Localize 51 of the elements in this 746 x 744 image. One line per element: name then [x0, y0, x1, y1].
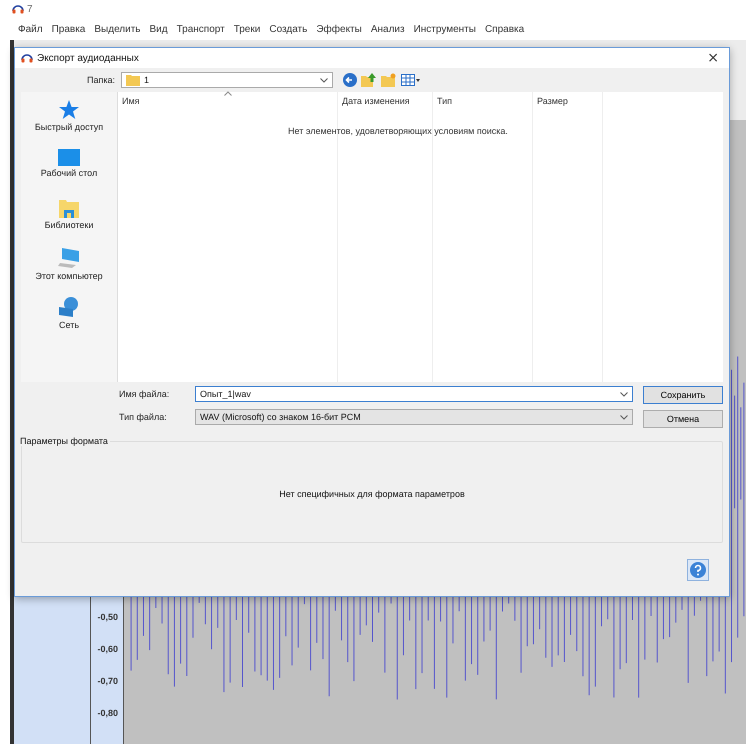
place-item[interactable]: Рабочий стол [40, 149, 98, 192]
star-icon [58, 100, 80, 120]
filename-label: Имя файла: [119, 389, 170, 399]
menu-item[interactable]: Транспорт [176, 24, 225, 40]
ruler-label: -0,50 [96, 611, 119, 624]
group-title: Параметры формата [19, 436, 109, 446]
save-button[interactable]: Сохранить [643, 386, 723, 404]
cancel-button[interactable]: Отмена [643, 410, 723, 428]
options-message: Нет специфичных для формата параметров [279, 489, 465, 499]
computer-icon [58, 247, 80, 269]
filename-field[interactable]: Опыт_1|wav [195, 386, 633, 402]
folder-label: Папка: [86, 75, 115, 85]
desktop-icon [58, 149, 80, 166]
back-icon[interactable] [343, 73, 357, 87]
headphones-icon [12, 4, 24, 14]
place-item[interactable]: Этот компьютер [35, 247, 103, 290]
chevron-down-icon[interactable] [620, 414, 628, 420]
menu-item[interactable]: Треки [234, 24, 260, 40]
close-button[interactable]: × [703, 50, 723, 66]
library-icon [58, 198, 79, 218]
dialog-title: Экспорт аудиоданных [37, 52, 140, 64]
view-menu-icon[interactable] [401, 73, 421, 87]
help-icon [690, 562, 706, 578]
folder-icon [126, 74, 140, 86]
ruler-label: -0,80 [96, 707, 119, 720]
place-item[interactable]: Библиотеки [44, 198, 94, 241]
folder-dropdown[interactable]: 1 [121, 72, 333, 88]
menu-item[interactable]: Справка [484, 24, 524, 40]
filetype-label: Тип файла: [119, 412, 168, 422]
filetype-dropdown[interactable]: WAV (Microsoft) со знаком 16-бит PCM [195, 409, 633, 425]
network-icon [58, 296, 80, 318]
chevron-down-icon[interactable] [620, 392, 628, 396]
empty-message: Нет элементов, удовлетворяющих условиям поиска. [288, 126, 508, 136]
ruler-label: -0,60 [96, 643, 119, 656]
menu-item[interactable]: Эффекты [316, 24, 362, 40]
headphones-icon [21, 53, 33, 63]
sort-caret-icon [224, 91, 232, 96]
menu-item[interactable]: Анализ [370, 24, 405, 40]
app-title: 7 [27, 4, 33, 14]
menu-item[interactable]: Вид [150, 24, 168, 40]
help-button[interactable] [687, 558, 709, 580]
menu-item[interactable]: Выделить [94, 24, 141, 40]
place-item[interactable]: Сеть [58, 296, 80, 339]
place-item[interactable]: Быстрый доступ [34, 100, 104, 143]
ruler-label: -0,70 [96, 675, 119, 688]
chevron-down-icon[interactable] [320, 78, 328, 82]
menu-item[interactable]: Создать [269, 24, 308, 40]
menu-item[interactable]: Инструменты [414, 24, 476, 40]
menu-item[interactable]: Файл [18, 24, 43, 40]
menu-item[interactable]: Правка [52, 24, 86, 40]
folder-up-icon[interactable] [361, 73, 377, 87]
